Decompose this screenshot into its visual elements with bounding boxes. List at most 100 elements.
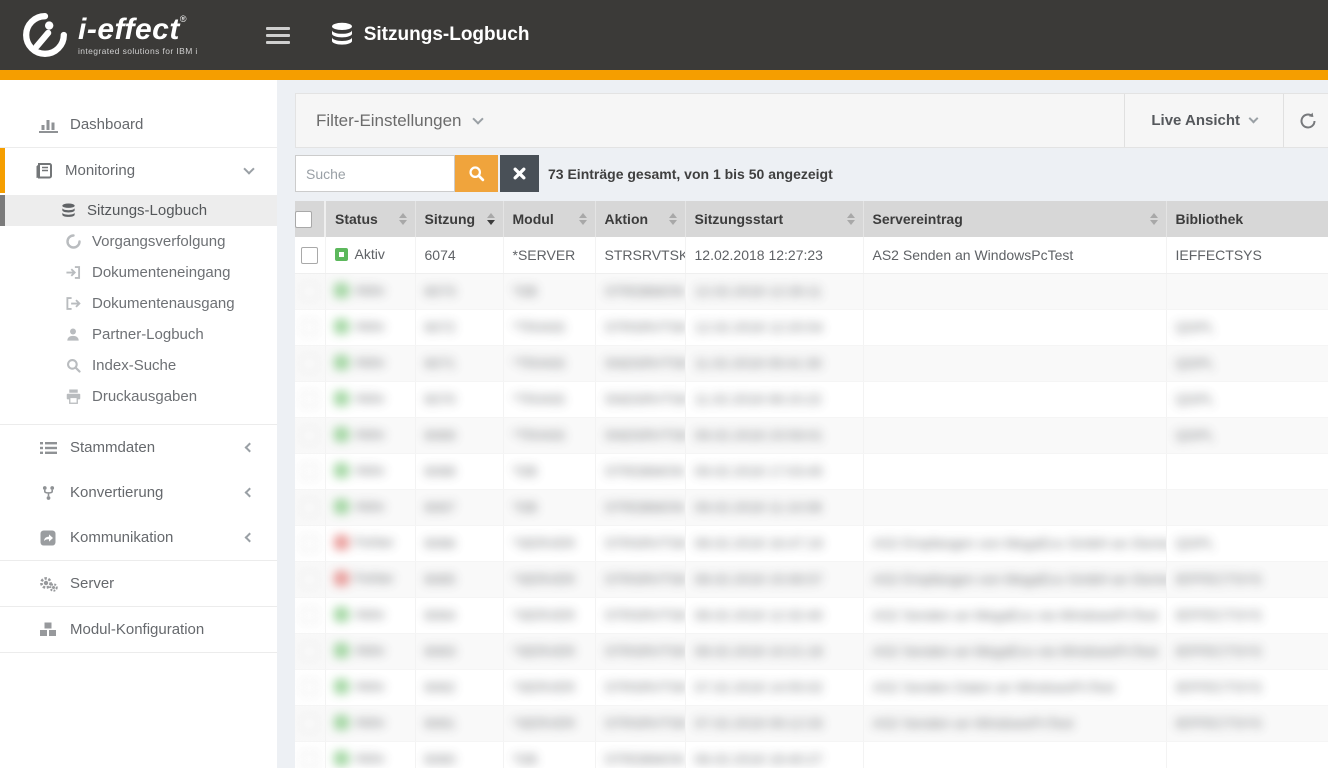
row-checkbox[interactable] — [301, 643, 318, 660]
sidebar-item-stammdaten[interactable]: Stammdaten — [0, 425, 277, 470]
cell-bibliothek: IEFFECTSYS — [1167, 247, 1270, 263]
table-row[interactable]: Aktiv 6071 *TRANS SNDSRVTSK 11.02.2018 0… — [295, 345, 1328, 381]
table-row[interactable]: Aktiv 6064 *SERVER STRSRVTSK 08.02.2018 … — [295, 597, 1328, 633]
cell-servereintrag: AS2 Senden an MegaEco via WindowsPcTest — [864, 643, 1167, 659]
cell-modul: *TRANS — [504, 391, 574, 407]
row-checkbox[interactable] — [301, 319, 318, 336]
cell-servereintrag: AS2 Empfangen von MegaEco GmbH an iSerie… — [864, 535, 1167, 551]
row-checkbox[interactable] — [301, 679, 318, 696]
sidebar-item-sitzungs-logbuch[interactable]: Sitzungs-Logbuch — [0, 195, 277, 226]
sidebar-item-vorgangsverfolgung[interactable]: Vorgangsverfolgung — [0, 226, 277, 257]
sidebar-item-partner-logbuch[interactable]: Partner-Logbuch — [0, 319, 277, 350]
table-row[interactable]: Aktiv 6063 *SERVER STRSRVTSK 08.02.2018 … — [295, 633, 1328, 669]
row-checkbox[interactable] — [301, 427, 318, 444]
filter-settings-toggle[interactable]: Filter-Einstellungen — [296, 111, 482, 131]
x-icon — [513, 167, 526, 180]
table-row[interactable]: Aktiv 6060 *DB STRDBMON 06.02.2018 18:40… — [295, 741, 1328, 768]
sidebar-item-label: Server — [70, 575, 114, 592]
cell-aktion: STRSRVTSK — [596, 319, 686, 335]
sort-arrows-icon[interactable] — [847, 213, 855, 225]
column-header-sitzung[interactable]: Sitzung — [415, 201, 503, 237]
column-header-servereintrag[interactable]: Servereintrag — [863, 201, 1166, 237]
row-checkbox[interactable] — [301, 247, 318, 264]
table-row[interactable]: Aktiv 6062 *SERVER STRSRVTSK 07.02.2018 … — [295, 669, 1328, 705]
table-row[interactable]: Aktiv 6061 *SERVER STRSRVTSK 07.02.2018 … — [295, 705, 1328, 741]
cell-status: Fehler — [355, 534, 395, 550]
column-header-aktion[interactable]: Aktion — [595, 201, 685, 237]
sidebar-item-monitoring[interactable]: Monitoring — [0, 148, 277, 193]
cell-aktion: STRSRVTSK — [596, 715, 686, 731]
sort-arrows-icon[interactable] — [487, 213, 495, 225]
table-row[interactable]: Aktiv 6067 *DB STRDBMON 09.02.2018 11:10… — [295, 489, 1328, 525]
main-content: Filter-Einstellungen Live Ansicht — [295, 80, 1328, 768]
table-row[interactable]: Aktiv 6068 *DB STRDBMON 09.02.2018 17:03… — [295, 453, 1328, 489]
cell-sitzung: 6060 — [416, 751, 464, 767]
row-checkbox[interactable] — [301, 499, 318, 516]
status-icon — [335, 284, 348, 297]
sort-arrows-icon[interactable] — [399, 213, 407, 225]
search-button[interactable] — [455, 155, 498, 192]
row-checkbox[interactable] — [301, 355, 318, 372]
cell-status: Aktiv — [355, 498, 385, 514]
table-row[interactable]: Fehler 6066 *SERVER STRSRVTSK 08.02.2018… — [295, 525, 1328, 561]
hamburger-menu-icon[interactable] — [266, 27, 290, 44]
cell-bibliothek: QGPL — [1167, 319, 1223, 335]
search-input[interactable] — [295, 155, 455, 192]
cell-status: Aktiv — [355, 642, 385, 658]
sidebar-item-druckausgaben[interactable]: Druckausgaben — [0, 381, 277, 412]
select-all-checkbox[interactable] — [295, 211, 312, 228]
cell-status: Aktiv — [355, 282, 385, 298]
row-checkbox[interactable] — [301, 283, 318, 300]
user-icon — [63, 327, 83, 342]
table-row[interactable]: Aktiv 6069 *TRANS SNDSRVTSK 09.02.2018 2… — [295, 417, 1328, 453]
cell-aktion: STRSRVTSK — [596, 247, 686, 263]
sidebar-item-konvertierung[interactable]: Konvertierung — [0, 470, 277, 515]
cell-aktion: SNDSRVTSK — [596, 391, 686, 407]
column-header-bibliothek[interactable]: Bibliothek — [1166, 201, 1328, 237]
cell-sitzungsstart: 08.02.2018 10:21:18 — [686, 643, 831, 659]
refresh-button[interactable] — [1283, 94, 1328, 147]
sidebar-item-dokumenteneingang[interactable]: Dokumenteneingang — [0, 257, 277, 288]
registered-mark: ® — [180, 14, 187, 24]
clear-search-button[interactable] — [500, 155, 539, 192]
sidebar-item-server[interactable]: Server — [0, 561, 277, 606]
column-header-sitzungsstart[interactable]: Sitzungsstart — [685, 201, 863, 237]
sidebar-item-index-suche[interactable]: Index-Suche — [0, 350, 277, 381]
cell-bibliothek: IEFFECTSYS — [1167, 571, 1270, 587]
row-checkbox[interactable] — [301, 715, 318, 732]
cell-servereintrag: AS2 Senden an WindowsPcTest — [864, 247, 1082, 263]
cell-sitzung: 6065 — [416, 571, 464, 587]
table-row[interactable]: Aktiv 6070 *TRANS SNDSRVTSK 11.02.2018 0… — [295, 381, 1328, 417]
sidebar-item-dashboard[interactable]: Dashboard — [0, 102, 277, 147]
row-checkbox[interactable] — [301, 391, 318, 408]
status-icon — [335, 752, 348, 765]
page-title: Sitzungs-Logbuch — [364, 24, 530, 46]
sort-arrows-icon[interactable] — [1150, 213, 1158, 225]
sidebar-item-modul-konfiguration[interactable]: Modul-Konfiguration — [0, 607, 277, 652]
table-row[interactable]: Aktiv 6073 *DB STRDBMON 12.02.2018 12:26… — [295, 273, 1328, 309]
table-row[interactable]: Fehler 6065 *SERVER STRSRVTSK 08.02.2018… — [295, 561, 1328, 597]
sidebar-item-label: Dokumenteneingang — [92, 264, 230, 281]
cell-sitzungsstart: 11.02.2018 09:41:30 — [686, 355, 830, 371]
table-row[interactable]: Aktiv 6072 *TRANS STRSRVTSK 12.02.2018 1… — [295, 309, 1328, 345]
cell-bibliothek: IEFFECTSYS — [1167, 607, 1270, 623]
column-header-modul[interactable]: Modul — [503, 201, 595, 237]
row-checkbox[interactable] — [301, 607, 318, 624]
status-icon — [335, 608, 348, 621]
live-view-dropdown[interactable]: Live Ansicht — [1124, 94, 1283, 147]
cell-modul: *DB — [504, 463, 546, 479]
sidebar-item-kommunikation[interactable]: Kommunikation — [0, 515, 277, 560]
sort-arrows-icon[interactable] — [579, 213, 587, 225]
sidebar-item-dokumentenausgang[interactable]: Dokumentenausgang — [0, 288, 277, 319]
row-checkbox[interactable] — [301, 751, 318, 768]
table-header: Status Sitzung Modul Aktion Sitzungsstar… — [295, 201, 1328, 237]
row-checkbox[interactable] — [301, 571, 318, 588]
cell-aktion: STRSRVTSK — [596, 643, 686, 659]
column-header-status[interactable]: Status — [325, 201, 415, 237]
row-checkbox[interactable] — [301, 463, 318, 480]
status-icon — [335, 392, 348, 405]
sort-arrows-icon[interactable] — [669, 213, 677, 225]
table-row[interactable]: Aktiv 6074 *SERVER STRSRVTSK 12.02.2018 … — [295, 237, 1328, 273]
cell-modul: *SERVER — [504, 571, 584, 587]
row-checkbox[interactable] — [301, 535, 318, 552]
